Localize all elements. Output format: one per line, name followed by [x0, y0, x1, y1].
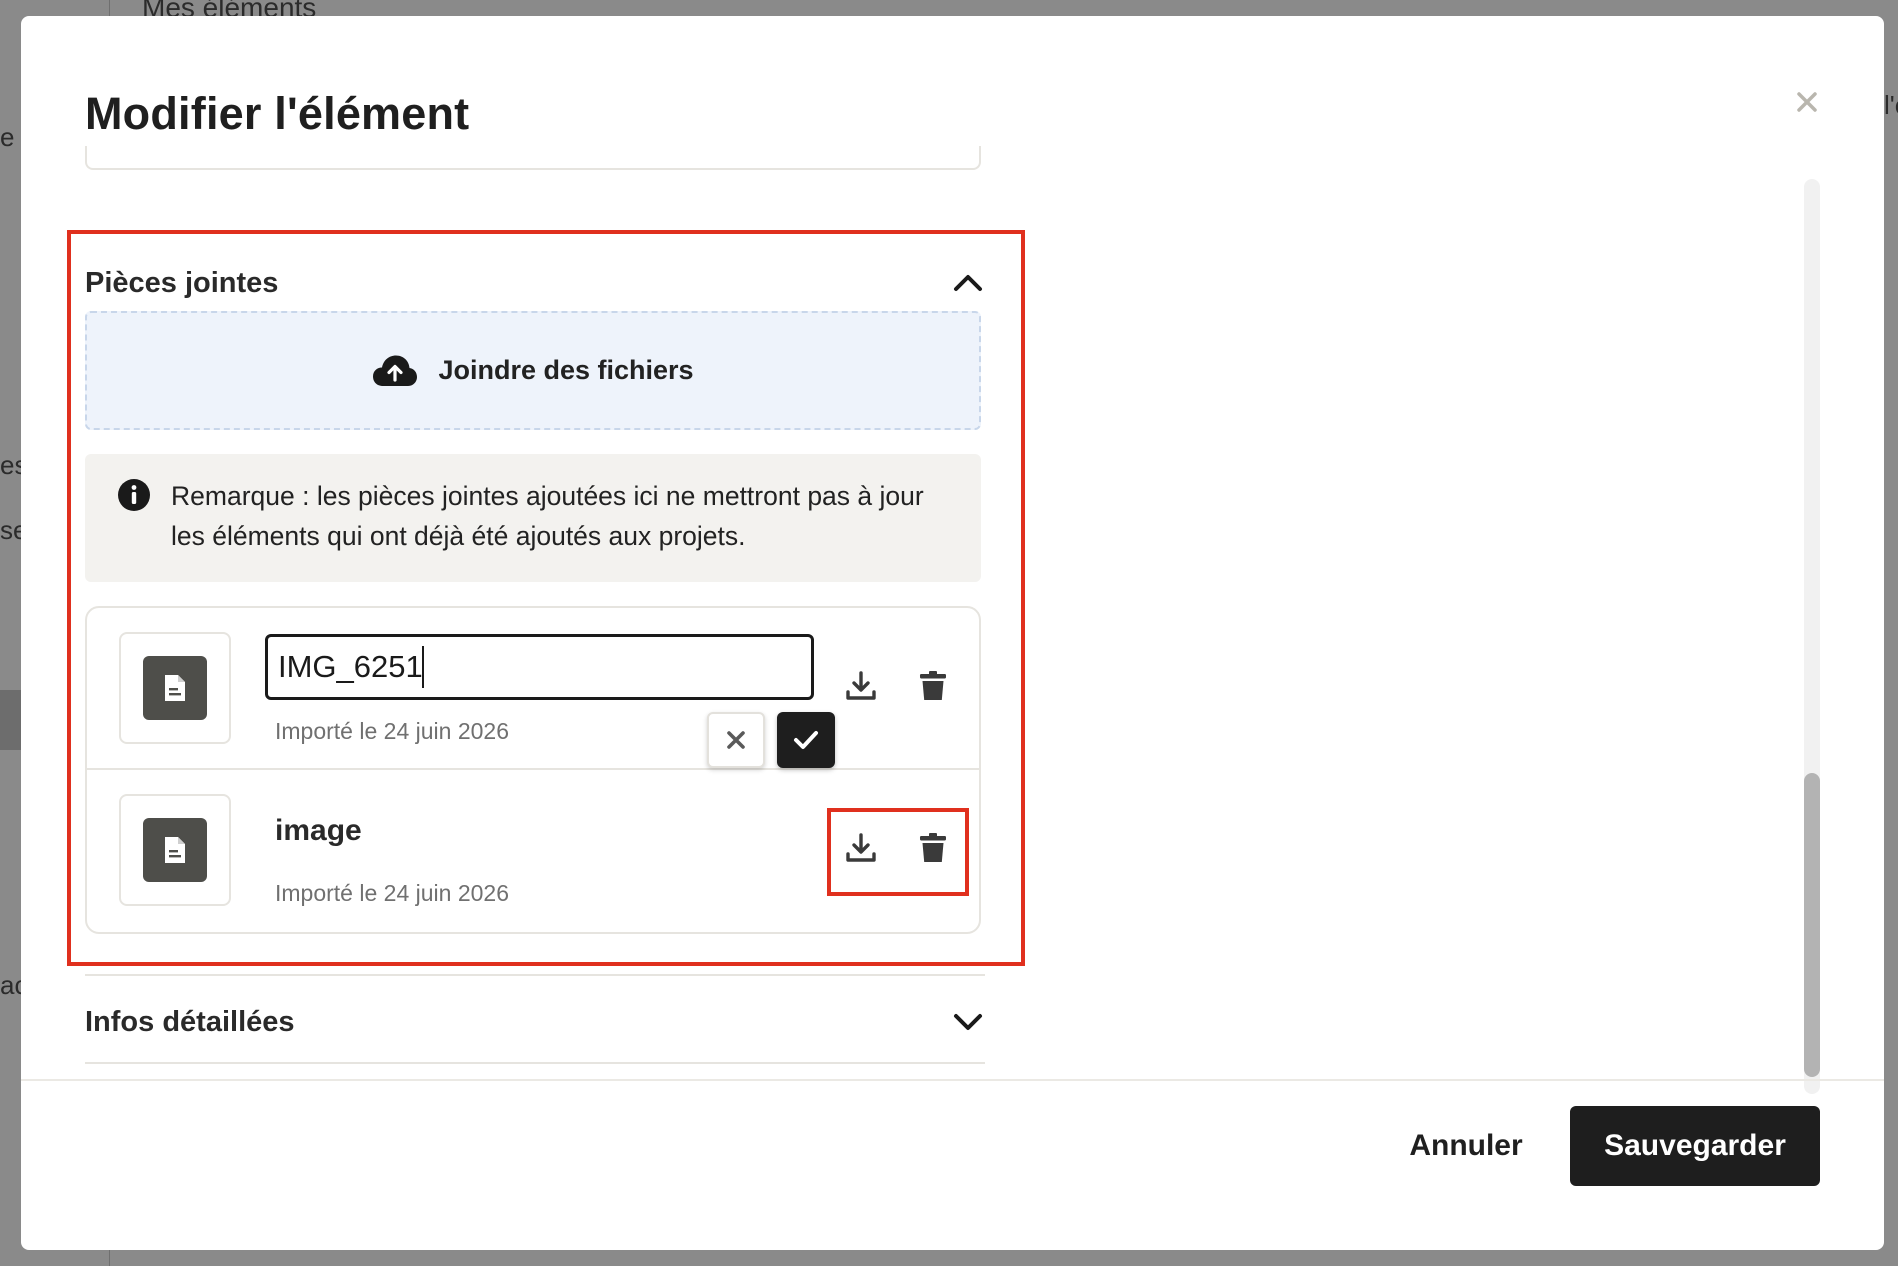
file-row: image Importé le 24 juin 2026	[87, 770, 979, 932]
attach-files-label: Joindre des fichiers	[438, 355, 694, 385]
previous-section-bottom	[85, 146, 981, 170]
confirm-rename-button[interactable]	[777, 712, 835, 768]
modal-title: Modifier l'élément	[85, 88, 470, 139]
delete-button[interactable]	[909, 824, 957, 872]
footer-divider	[21, 1079, 1884, 1081]
check-icon	[794, 731, 818, 749]
delete-button[interactable]	[909, 662, 957, 710]
file-name-input[interactable]	[265, 634, 814, 700]
download-button[interactable]	[837, 824, 885, 872]
save-button[interactable]: Sauvegarder	[1570, 1106, 1820, 1186]
download-button[interactable]	[837, 662, 885, 710]
file-import-date: Importé le 24 juin 2026	[275, 880, 509, 906]
background-selected-item	[0, 690, 22, 750]
download-icon	[846, 671, 876, 700]
attachments-section-header[interactable]: Pièces jointes	[85, 261, 983, 305]
document-icon	[165, 675, 185, 701]
section-divider	[85, 974, 985, 976]
attachments-file-list: Importé le 24 juin 2026	[85, 606, 981, 934]
file-thumbnail	[119, 794, 231, 906]
cancel-rename-button[interactable]	[707, 712, 765, 768]
download-icon	[846, 833, 876, 862]
cloud-upload-icon	[373, 355, 418, 386]
trash-icon	[920, 833, 946, 862]
text-caret	[422, 646, 424, 688]
close-icon	[1797, 92, 1817, 112]
cancel-button[interactable]: Annuler	[1391, 1106, 1541, 1186]
background-text-fragment: l'é	[1884, 90, 1898, 120]
file-thumbnail	[119, 632, 231, 744]
chevron-down-icon	[954, 1014, 982, 1030]
details-section-title: Infos détaillées	[85, 1005, 295, 1038]
attach-files-dropzone[interactable]: Joindre des fichiers	[85, 311, 981, 430]
file-name: image	[275, 814, 362, 847]
attachments-section-title: Pièces jointes	[85, 266, 279, 299]
info-icon	[118, 479, 150, 511]
background-text-fragment: e	[0, 122, 15, 152]
edit-item-modal: Modifier l'élément Pièces jointes Joindr…	[21, 16, 1884, 1250]
file-row: Importé le 24 juin 2026	[87, 608, 979, 770]
attachments-note-text: Remarque : les pièces jointes ajoutées i…	[171, 481, 924, 551]
attachments-note: Remarque : les pièces jointes ajoutées i…	[85, 454, 981, 582]
trash-icon	[920, 671, 946, 700]
file-import-date: Importé le 24 juin 2026	[275, 718, 509, 744]
section-divider	[85, 1062, 985, 1064]
chevron-up-icon	[954, 275, 982, 291]
scrollbar-thumb[interactable]	[1804, 773, 1820, 1077]
close-icon	[727, 731, 745, 749]
details-section-header[interactable]: Infos détaillées	[85, 1000, 983, 1044]
close-button[interactable]	[1787, 82, 1827, 122]
document-icon	[165, 837, 185, 863]
